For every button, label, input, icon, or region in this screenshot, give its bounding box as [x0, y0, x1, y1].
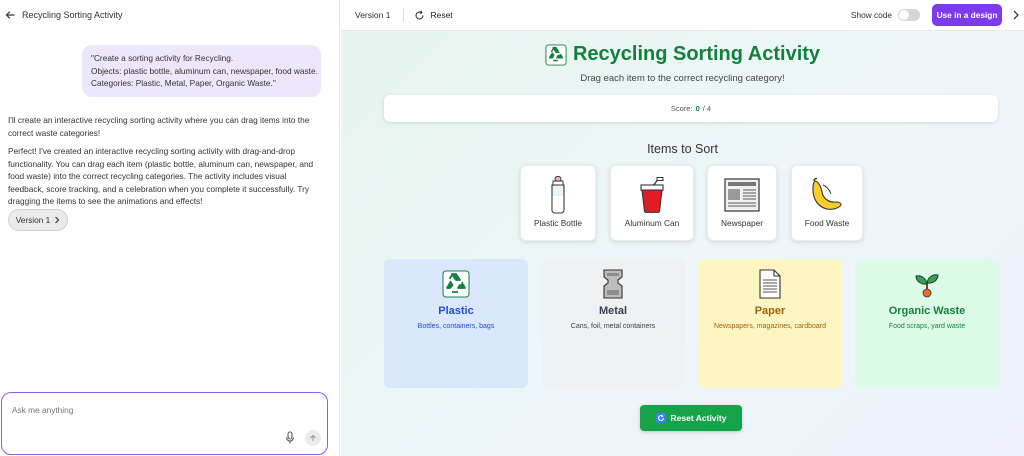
- bin-organic-waste[interactable]: Organic Waste Food scraps, yard waste: [855, 259, 999, 388]
- seedling-icon: [855, 267, 999, 301]
- assistant-message: I'll create an interactive recycling sor…: [8, 114, 320, 214]
- toolbar-actions: Show code Use in a design: [851, 4, 1002, 26]
- score-total: / 4: [702, 104, 712, 113]
- item-card-food-waste[interactable]: Food Waste: [791, 165, 863, 241]
- microphone-icon[interactable]: [284, 431, 296, 445]
- use-in-design-button[interactable]: Use in a design: [932, 4, 1002, 26]
- assistant-paragraph: I'll create an interactive recycling sor…: [8, 115, 310, 138]
- baby-bottle-icon: [521, 176, 595, 214]
- bin-name: Paper: [754, 305, 786, 317]
- show-code-toggle[interactable]: [898, 9, 920, 21]
- item-card-plastic-bottle[interactable]: Plastic Bottle: [520, 165, 596, 241]
- activity-title: Recycling Sorting Activity: [341, 43, 1024, 66]
- user-message-line: "Create a sorting activity for Recycling…: [91, 53, 234, 63]
- score-bar: Score: 0 / 4: [384, 95, 998, 122]
- back-arrow-icon[interactable]: [4, 9, 16, 21]
- item-card-newspaper[interactable]: Newspaper: [707, 165, 777, 241]
- reset-label: Reset: [430, 10, 453, 20]
- page-icon: [698, 267, 842, 301]
- bin-metal[interactable]: Metal Cans, foil, metal containers: [541, 259, 685, 388]
- newspaper-icon: [708, 176, 776, 214]
- recycle-icon: [545, 43, 567, 66]
- items-title: Items to Sort: [647, 142, 718, 156]
- recycle-icon: [384, 267, 528, 301]
- activity-canvas: Recycling Sorting Activity Drag each ite…: [341, 31, 1024, 456]
- cup-with-straw-icon: [611, 176, 693, 214]
- chat-title: Recycling Sorting Activity: [22, 10, 123, 20]
- reset-activity-button[interactable]: Reset Activity: [640, 405, 742, 431]
- chevron-right-icon[interactable]: [1012, 9, 1022, 21]
- reset-button[interactable]: Reset: [414, 10, 453, 21]
- metal-icon: [541, 267, 685, 301]
- bin-description: Bottles, containers, bags: [417, 323, 495, 330]
- user-message: "Create a sorting activity for Recycling…: [82, 45, 321, 97]
- chat-header: Recycling Sorting Activity: [0, 0, 340, 30]
- preview-toolbar: Version 1 Reset Show code Use in a desig…: [341, 0, 1024, 31]
- version-chip-label: Version 1: [15, 215, 51, 225]
- refresh-icon: [415, 10, 425, 20]
- bin-description: Cans, foil, metal containers: [570, 323, 656, 330]
- bin-plastic[interactable]: Plastic Bottles, containers, bags: [384, 259, 528, 388]
- activity-subtitle: Drag each item to the correct recycling …: [580, 73, 785, 84]
- show-code-label: Show code: [850, 10, 892, 20]
- item-label: Plastic Bottle: [534, 218, 582, 228]
- refresh-icon: [655, 413, 666, 423]
- bin-name: Metal: [598, 305, 628, 317]
- bin-name: Organic Waste: [888, 305, 966, 317]
- chat-input[interactable]: [12, 405, 272, 415]
- bin-paper[interactable]: Paper Newspapers, magazines, cardboard: [698, 259, 842, 388]
- banana-icon: [792, 176, 862, 214]
- user-message-line: Objects: plastic bottle, aluminum can, n…: [91, 65, 318, 76]
- activity-title-text: Recycling Sorting Activity: [572, 43, 821, 65]
- user-message-line: Categories: Plastic, Metal, Paper, Organ…: [91, 78, 276, 88]
- bin-name: Plastic: [438, 305, 474, 317]
- score-value: 0: [695, 104, 700, 113]
- preview-panel: Version 1 Reset Show code Use in a desig…: [341, 0, 1024, 456]
- chat-input-box[interactable]: [1, 392, 328, 455]
- assistant-paragraph: Perfect! I've created an interactive rec…: [8, 146, 314, 206]
- chevron-right-icon: [55, 216, 60, 224]
- reset-activity-label: Reset Activity: [670, 413, 727, 423]
- item-label: Newspaper: [721, 218, 763, 228]
- bin-description: Newspapers, magazines, cardboard: [713, 323, 827, 330]
- chat-panel: Recycling Sorting Activity "Create a sor…: [0, 0, 340, 456]
- bin-description: Food scraps, yard waste: [888, 323, 966, 330]
- arrow-up-icon: [310, 434, 316, 441]
- item-label: Aluminum Can: [624, 218, 680, 228]
- send-button[interactable]: [305, 430, 321, 446]
- score-label: Score:: [670, 104, 693, 113]
- item-label: Food Waste: [804, 218, 850, 228]
- version-chip[interactable]: Version 1: [8, 209, 68, 231]
- toolbar-divider: [403, 8, 405, 22]
- version-label[interactable]: Version 1: [355, 10, 390, 20]
- item-card-aluminum-can[interactable]: Aluminum Can: [610, 165, 694, 241]
